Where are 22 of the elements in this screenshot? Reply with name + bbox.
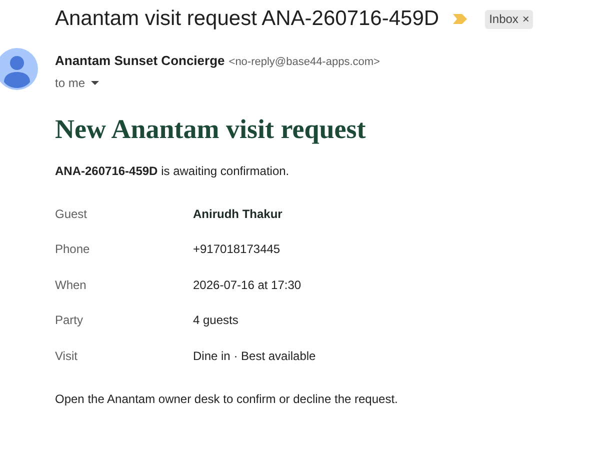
email-subject: Anantam visit request ANA-260716-459D	[55, 6, 440, 32]
recipient-dropdown[interactable]: to me	[55, 74, 380, 92]
email-heading: New Anantam visit request	[55, 113, 367, 146]
caret-icon	[91, 80, 100, 84]
avatar-icon	[0, 48, 38, 90]
detail-label: Visit	[55, 348, 78, 365]
sender-name: Anantam Sunset Concierge	[55, 52, 225, 70]
detail-label: Phone	[55, 241, 91, 258]
detail-value: Dine in · Best available	[193, 348, 316, 365]
detail-value: Anirudh Thakur	[193, 206, 282, 223]
detail-label: When	[55, 276, 88, 294]
label-text: Inbox	[489, 11, 518, 28]
detail-label: Party	[55, 312, 84, 330]
detail-value: 4 guests	[193, 312, 238, 330]
status-sentence: ANA-260716-459D is awaiting confirmation.	[55, 163, 290, 180]
remove-label-button[interactable]: ×	[522, 13, 530, 25]
detail-value: 2026-07-16 at 17:30	[193, 276, 302, 294]
sender-address: <no-reply@base44-apps.com>	[228, 55, 380, 70]
footer-sentence: Open the Anantam owner desk to confirm or decline the request.	[55, 390, 399, 408]
detail-value: +917018173445	[193, 241, 280, 258]
detail-label: Guest	[55, 206, 88, 223]
importance-marker-icon[interactable]	[453, 14, 468, 24]
